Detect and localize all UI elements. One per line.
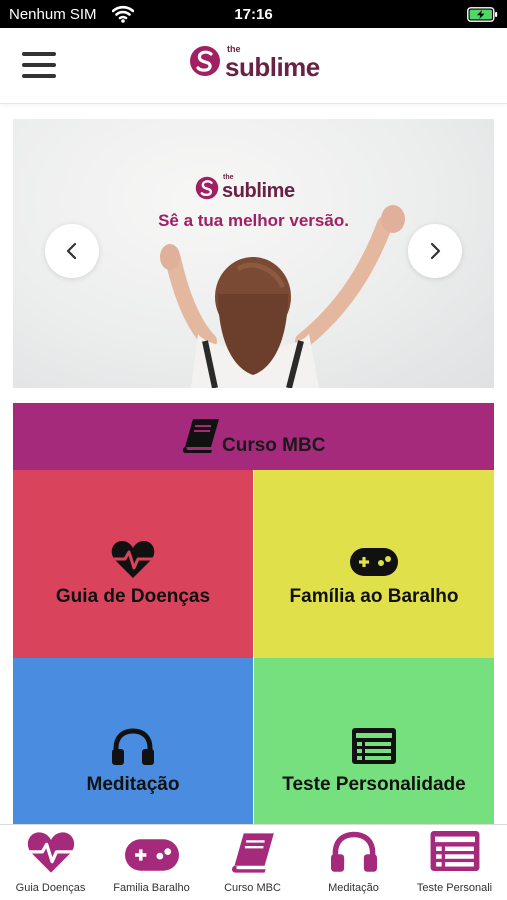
menu-button[interactable] — [22, 52, 56, 78]
menu-bar-line — [22, 52, 56, 56]
tab-icon-wrap — [303, 831, 404, 878]
tab-curso-mbc[interactable]: Curso MBC — [202, 825, 303, 900]
heartbeat-icon — [111, 541, 155, 578]
menu-bar-line — [22, 63, 56, 67]
sublime-logo-mark-icon — [190, 46, 220, 76]
tile-meditacao[interactable]: Meditação — [13, 658, 253, 824]
tab-teste-personalidade[interactable]: Teste Personali — [404, 825, 505, 900]
tile-familia-baralho-label: Família ao Baralho — [289, 586, 459, 607]
tile-teste-personalidade-label: Teste Personalidade — [282, 774, 466, 795]
chevron-left-icon — [66, 242, 77, 260]
carousel-logo: the sublime — [195, 174, 305, 204]
tile-curso-mbc-label: Curso MBC — [222, 435, 326, 456]
battery-charging-icon — [467, 7, 498, 22]
app-logo: the sublime — [189, 43, 329, 85]
carousel-next-button[interactable] — [408, 224, 462, 278]
tab-familia-baralho[interactable]: Familia Baralho — [101, 825, 202, 900]
chevron-right-icon — [430, 242, 441, 260]
tab-icon-wrap — [101, 839, 202, 876]
tab-label: Meditação — [328, 882, 379, 894]
status-bar: Nenhum SIM 17:16 — [0, 0, 507, 28]
list-icon — [430, 831, 479, 871]
tab-label: Teste Personali — [416, 882, 493, 894]
bottom-tab-bar: Guia Doenças Familia Baralho Curso MBC M… — [0, 824, 507, 900]
tile-curso-mbc[interactable]: Curso MBC — [13, 403, 494, 470]
tab-label: Guia Doenças — [15, 882, 86, 894]
list-icon — [352, 728, 396, 764]
tab-icon-wrap — [404, 831, 505, 876]
tab-guia-doencas[interactable]: Guia Doenças — [0, 825, 101, 900]
gamepad-icon — [124, 839, 179, 871]
heartbeat-icon — [27, 832, 74, 873]
headphones-icon — [112, 728, 154, 765]
clock: 17:16 — [234, 6, 273, 23]
menu-bar-line — [22, 74, 56, 78]
book-icon — [231, 833, 274, 873]
tab-label: Familia Baralho — [113, 882, 190, 894]
carousel-logo-wordmark: sublime — [222, 180, 295, 202]
tile-icon-wrap — [13, 728, 253, 771]
tab-label: Curso MBC — [224, 882, 281, 894]
headphones-icon — [330, 831, 377, 872]
tab-icon-wrap — [202, 831, 303, 880]
tile-guia-doencas-label: Guia de Doenças — [55, 586, 211, 607]
book-icon — [182, 419, 219, 453]
tile-meditacao-label: Meditação — [86, 774, 180, 795]
tab-icon-wrap — [0, 831, 101, 880]
carousel-prev-button[interactable] — [45, 224, 99, 278]
logo-wordmark: sublime — [225, 52, 320, 82]
tile-icon-wrap — [254, 548, 494, 581]
tile-teste-personalidade[interactable]: Teste Personalidade — [254, 658, 494, 824]
tile-familia-baralho[interactable]: Família ao Baralho — [254, 470, 494, 658]
tile-guia-doencas[interactable]: Guia de Doenças — [13, 470, 253, 658]
hero-carousel[interactable]: the sublime Sê a tua melhor versão. — [13, 119, 494, 388]
tile-icon-wrap — [13, 540, 253, 585]
app-header: the sublime — [0, 28, 507, 104]
gamepad-icon — [350, 548, 398, 576]
tile-icon-wrap — [254, 728, 494, 769]
tab-meditacao[interactable]: Meditação — [303, 825, 404, 900]
sublime-logo-mark-icon — [195, 176, 219, 200]
